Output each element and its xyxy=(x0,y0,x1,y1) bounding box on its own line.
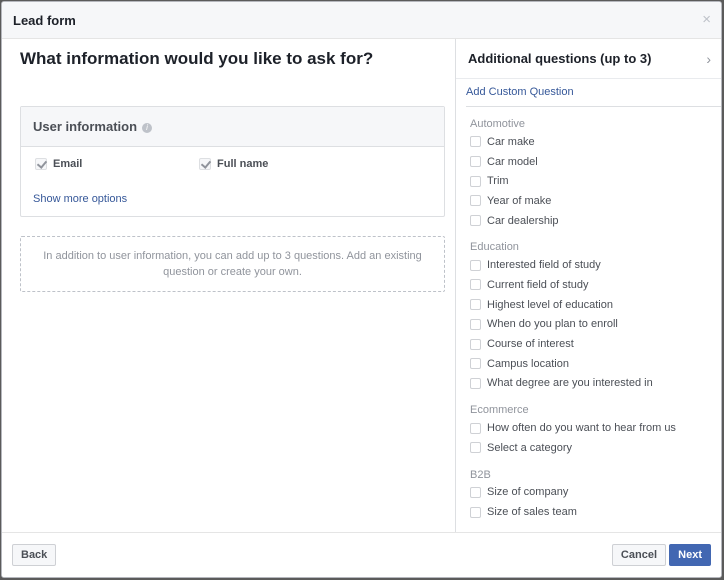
additional-questions-panel: Additional questions (up to 3) › Add Cus… xyxy=(455,39,721,533)
chevron-right-icon[interactable]: › xyxy=(706,51,711,67)
user-information-section: User information i Email Full name Show … xyxy=(20,106,445,217)
question-option[interactable]: Size of company xyxy=(470,483,721,503)
question-option[interactable]: Car model xyxy=(470,152,721,172)
question-label: Car make xyxy=(487,135,535,148)
question-label: Car dealership xyxy=(487,214,559,227)
close-icon[interactable]: × xyxy=(702,12,711,27)
checkmark-icon[interactable] xyxy=(199,158,211,170)
question-option[interactable]: Trim xyxy=(470,171,721,191)
question-option[interactable]: Current field of study xyxy=(470,275,721,295)
dialog-body: What information would you like to ask f… xyxy=(2,39,721,533)
question-option[interactable]: How often do you want to hear from us xyxy=(470,418,721,438)
checkbox[interactable] xyxy=(470,215,481,227)
question-label: Highest level of education xyxy=(487,298,613,311)
additional-questions-title: Additional questions (up to 3) xyxy=(468,51,652,66)
question-option[interactable]: Car make xyxy=(470,132,721,152)
dialog-footer: Back Cancel Next xyxy=(2,532,721,577)
checkbox[interactable] xyxy=(470,338,481,350)
question-groups: Automotive Car make Car model Trim Year … xyxy=(456,107,721,522)
user-information-header: User information i xyxy=(21,107,444,147)
question-label: Current field of study xyxy=(487,278,589,291)
email-field-option[interactable]: Email xyxy=(35,158,82,170)
question-label: How often do you want to hear from us xyxy=(487,422,676,435)
cancel-button[interactable]: Cancel xyxy=(611,544,666,566)
group-label: B2B xyxy=(470,468,491,481)
question-label: Size of sales team xyxy=(487,506,577,519)
page-title: What information would you like to ask f… xyxy=(20,49,374,68)
question-label: Select a category xyxy=(487,441,572,454)
user-information-title: User information xyxy=(33,119,138,134)
question-option[interactable]: What degree are you interested in xyxy=(470,374,721,394)
email-label: Email xyxy=(53,158,83,170)
question-option[interactable]: Interested field of study xyxy=(470,255,721,275)
question-option[interactable]: When do you plan to enroll xyxy=(470,315,721,335)
checkbox[interactable] xyxy=(470,279,481,291)
full-name-label: Full name xyxy=(217,158,269,170)
question-label: Trim xyxy=(487,175,509,188)
question-option[interactable]: Campus location xyxy=(470,354,721,374)
question-option[interactable]: Highest level of education xyxy=(470,295,721,315)
user-fields: Email Full name xyxy=(35,158,435,174)
questions-placeholder: In addition to user information, you can… xyxy=(20,236,445,292)
checkbox[interactable] xyxy=(470,506,481,518)
full-name-field-option[interactable]: Full name xyxy=(199,158,268,170)
additional-questions-header[interactable]: Additional questions (up to 3) › xyxy=(456,39,721,79)
checkbox[interactable] xyxy=(470,259,481,271)
question-label: Year of make xyxy=(487,194,552,207)
question-label: When do you plan to enroll xyxy=(487,318,618,331)
question-option[interactable]: Select a category xyxy=(470,438,721,458)
question-label: Size of company xyxy=(487,486,569,499)
back-button[interactable]: Back xyxy=(12,544,57,566)
checkbox[interactable] xyxy=(470,318,481,330)
question-option[interactable]: Course of interest xyxy=(470,334,721,354)
question-option[interactable]: Year of make xyxy=(470,191,721,211)
checkbox[interactable] xyxy=(470,442,481,454)
lead-form-dialog: Lead form × What information would you l… xyxy=(1,1,722,578)
group-label: Automotive xyxy=(470,118,526,130)
dialog-header: Lead form × xyxy=(2,2,721,39)
show-more-options-link[interactable]: Show more options xyxy=(33,193,127,205)
question-label: Car model xyxy=(487,155,538,168)
question-label: Campus location xyxy=(487,357,569,370)
question-group-b2b: B2B Size of company Size of sales team xyxy=(470,467,721,522)
checkbox[interactable] xyxy=(470,422,481,434)
question-option[interactable]: Car dealership xyxy=(470,211,721,231)
checkbox[interactable] xyxy=(470,377,481,389)
question-label: Interested field of study xyxy=(487,259,601,272)
checkbox[interactable] xyxy=(470,358,481,370)
checkbox[interactable] xyxy=(470,156,481,168)
checkbox[interactable] xyxy=(470,299,481,311)
info-icon[interactable]: i xyxy=(142,123,153,133)
question-group-education: Education Interested field of study Curr… xyxy=(470,239,721,394)
questions-hint: In addition to user information, you can… xyxy=(43,250,422,278)
add-custom-question-link[interactable]: Add Custom Question xyxy=(466,86,721,107)
question-group-automotive: Automotive Car make Car model Trim Year … xyxy=(470,116,721,231)
checkbox[interactable] xyxy=(470,195,481,207)
left-panel: What information would you like to ask f… xyxy=(2,39,455,533)
group-label: Education xyxy=(470,241,519,254)
checkmark-icon[interactable] xyxy=(35,158,47,170)
dialog-title: Lead form xyxy=(13,12,76,28)
checkbox[interactable] xyxy=(470,175,481,187)
question-label: What degree are you interested in xyxy=(487,377,653,390)
question-option[interactable]: Size of sales team xyxy=(470,502,721,522)
checkbox[interactable] xyxy=(470,136,481,148)
group-label: Ecommerce xyxy=(470,404,529,417)
checkbox[interactable] xyxy=(470,486,481,498)
question-label: Course of interest xyxy=(487,338,574,351)
next-button[interactable]: Next xyxy=(669,544,711,566)
question-group-ecommerce: Ecommerce How often do you want to hear … xyxy=(470,402,721,458)
